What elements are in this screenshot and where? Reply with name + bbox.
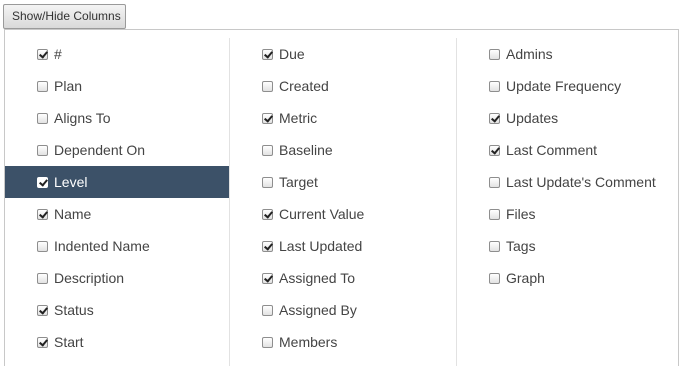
checkbox-checked[interactable] <box>37 176 48 188</box>
checkbox-unchecked[interactable] <box>489 208 500 220</box>
column-option-indented-name[interactable]: Indented Name <box>5 230 229 262</box>
column-list-1: # Plan Aligns To Dependent On Level Name Inden… <box>5 38 229 366</box>
checkbox-checked[interactable] <box>37 304 48 316</box>
checkbox-checked[interactable] <box>37 48 48 60</box>
column-option-aligns-to[interactable]: Aligns To <box>5 102 229 134</box>
column-option-label: Indented Name <box>54 238 150 254</box>
column-option-label: Name <box>54 206 92 222</box>
column-option-label: Files <box>506 206 536 222</box>
checkbox-checked[interactable] <box>489 144 500 156</box>
column-option-plan[interactable]: Plan <box>5 70 229 102</box>
checkbox-unchecked[interactable] <box>489 272 500 284</box>
checkbox-unchecked[interactable] <box>37 80 48 92</box>
column-option-label: Admins <box>506 46 553 62</box>
column-option-tags[interactable]: Tags <box>457 230 679 262</box>
column-option-start[interactable]: Start <box>5 326 229 358</box>
checkbox-checked[interactable] <box>262 240 273 252</box>
column-option-level[interactable]: Level <box>5 166 229 198</box>
column-option-label: Last Comment <box>506 142 598 158</box>
column-option-baseline[interactable]: Baseline <box>230 134 457 166</box>
column-option-label: Due <box>279 46 305 62</box>
checkbox-unchecked[interactable] <box>37 112 48 124</box>
column-option-label: Target <box>279 174 318 190</box>
checkbox-checked[interactable] <box>262 112 273 124</box>
column-option-label: Updates <box>506 110 559 126</box>
column-option-last-comment[interactable]: Last Comment <box>457 134 679 166</box>
column-option-dependent-on[interactable]: Dependent On <box>5 134 229 166</box>
column-option-label: Level <box>54 174 88 190</box>
column-list-3: Admins Update Frequency Updates Last Commen… <box>456 38 679 366</box>
column-option-label: Created <box>279 78 329 94</box>
column-option-assigned-to[interactable]: Assigned To <box>230 262 457 294</box>
checkbox-unchecked[interactable] <box>37 240 48 252</box>
checkbox-unchecked[interactable] <box>262 304 273 316</box>
column-option-graph[interactable]: Graph <box>457 262 679 294</box>
column-option-label: Aligns To <box>54 110 111 126</box>
column-option-files[interactable]: Files <box>457 198 679 230</box>
column-option-admins[interactable]: Admins <box>457 38 679 70</box>
column-option-label: Metric <box>279 110 318 126</box>
column-option-last-update-s-comment[interactable]: Last Update's Comment <box>457 166 679 198</box>
column-option-metric[interactable]: Metric <box>230 102 457 134</box>
column-option-target[interactable]: Target <box>230 166 457 198</box>
column-option-status[interactable]: Status <box>5 294 229 326</box>
column-option-updates[interactable]: Updates <box>457 102 679 134</box>
checkbox-checked[interactable] <box>37 208 48 220</box>
checkbox-unchecked[interactable] <box>262 80 273 92</box>
column-option-label: Assigned To <box>279 270 356 286</box>
checkbox-checked[interactable] <box>37 336 48 348</box>
checkbox-checked[interactable] <box>489 112 500 124</box>
column-option-current-value[interactable]: Current Value <box>230 198 457 230</box>
column-option-last-updated[interactable]: Last Updated <box>230 230 457 262</box>
column-list-2: Due Created Metric Baseline Target Current Va… <box>229 38 457 366</box>
column-option-name[interactable]: Name <box>5 198 229 230</box>
checkbox-unchecked[interactable] <box>262 176 273 188</box>
checkbox-checked[interactable] <box>262 272 273 284</box>
column-option-label: Baseline <box>279 142 333 158</box>
column-option-label: Status <box>54 302 94 318</box>
column-option-label: Members <box>279 334 338 350</box>
column-picker-panel: # Plan Aligns To Dependent On Level Name Inden… <box>4 29 679 366</box>
column-option-label: Graph <box>506 270 545 286</box>
column-option-label: Dependent On <box>54 142 146 158</box>
column-option-label: Last Updated <box>279 238 363 254</box>
column-option-created[interactable]: Created <box>230 70 457 102</box>
column-option-label: Plan <box>54 78 83 94</box>
column-option-label: Current Value <box>279 206 365 222</box>
checkbox-unchecked[interactable] <box>262 336 273 348</box>
column-option-label: Tags <box>506 238 536 254</box>
checkbox-unchecked[interactable] <box>262 144 273 156</box>
checkbox-unchecked[interactable] <box>37 144 48 156</box>
column-option-label: # <box>54 46 62 62</box>
checkbox-unchecked[interactable] <box>489 80 500 92</box>
column-option-description[interactable]: Description <box>5 262 229 294</box>
column-option-due[interactable]: Due <box>230 38 457 70</box>
checkbox-unchecked[interactable] <box>489 176 500 188</box>
column-option-label: Start <box>54 334 84 350</box>
column-option-assigned-by[interactable]: Assigned By <box>230 294 457 326</box>
column-option-label: Update Frequency <box>506 78 622 94</box>
checkbox-unchecked[interactable] <box>489 48 500 60</box>
checkbox-unchecked[interactable] <box>37 272 48 284</box>
column-option-update-frequency[interactable]: Update Frequency <box>457 70 679 102</box>
column-option-hash[interactable]: # <box>5 38 229 70</box>
checkbox-unchecked[interactable] <box>489 240 500 252</box>
column-option-members[interactable]: Members <box>230 326 457 358</box>
column-option-label: Last Update's Comment <box>506 174 656 190</box>
column-option-label: Assigned By <box>279 302 357 318</box>
checkbox-checked[interactable] <box>262 48 273 60</box>
column-option-label: Description <box>54 270 125 286</box>
checkbox-checked[interactable] <box>262 208 273 220</box>
show-hide-columns-button[interactable]: Show/Hide Columns <box>3 4 126 29</box>
